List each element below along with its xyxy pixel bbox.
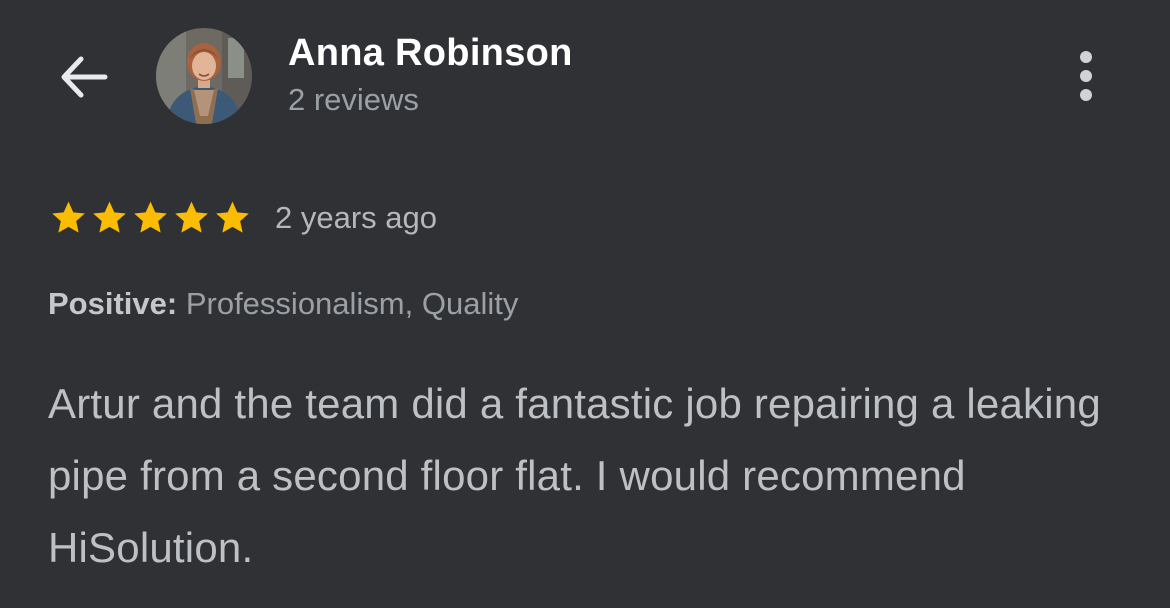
attributes-values: Professionalism, Quality (177, 286, 519, 321)
review-header: Anna Robinson 2 reviews (0, 0, 1170, 150)
star-icon (216, 201, 249, 233)
reviewer-name[interactable]: Anna Robinson (288, 30, 573, 76)
star-icon (134, 201, 167, 233)
more-vert-icon (1080, 89, 1092, 101)
reviewer-review-count[interactable]: 2 reviews (288, 80, 419, 120)
star-icon (93, 201, 126, 233)
attributes-label: Positive: (48, 286, 178, 321)
arrow-back-icon (61, 56, 108, 98)
more-vert-icon (1080, 70, 1092, 82)
star-icon (175, 201, 208, 233)
review-text: Artur and the team did a fantastic job r… (48, 380, 1101, 571)
more-options-button[interactable] (1060, 46, 1112, 106)
rating-row: 2 years ago (48, 196, 437, 240)
more-vert-icon (1080, 51, 1092, 63)
star-rating (48, 198, 253, 238)
back-button[interactable] (50, 46, 116, 108)
review-time: 2 years ago (275, 200, 437, 235)
reviewer-avatar[interactable] (156, 28, 252, 124)
star-icon (52, 201, 85, 233)
review-attributes: Positive: Professionalism, Quality (48, 284, 518, 324)
